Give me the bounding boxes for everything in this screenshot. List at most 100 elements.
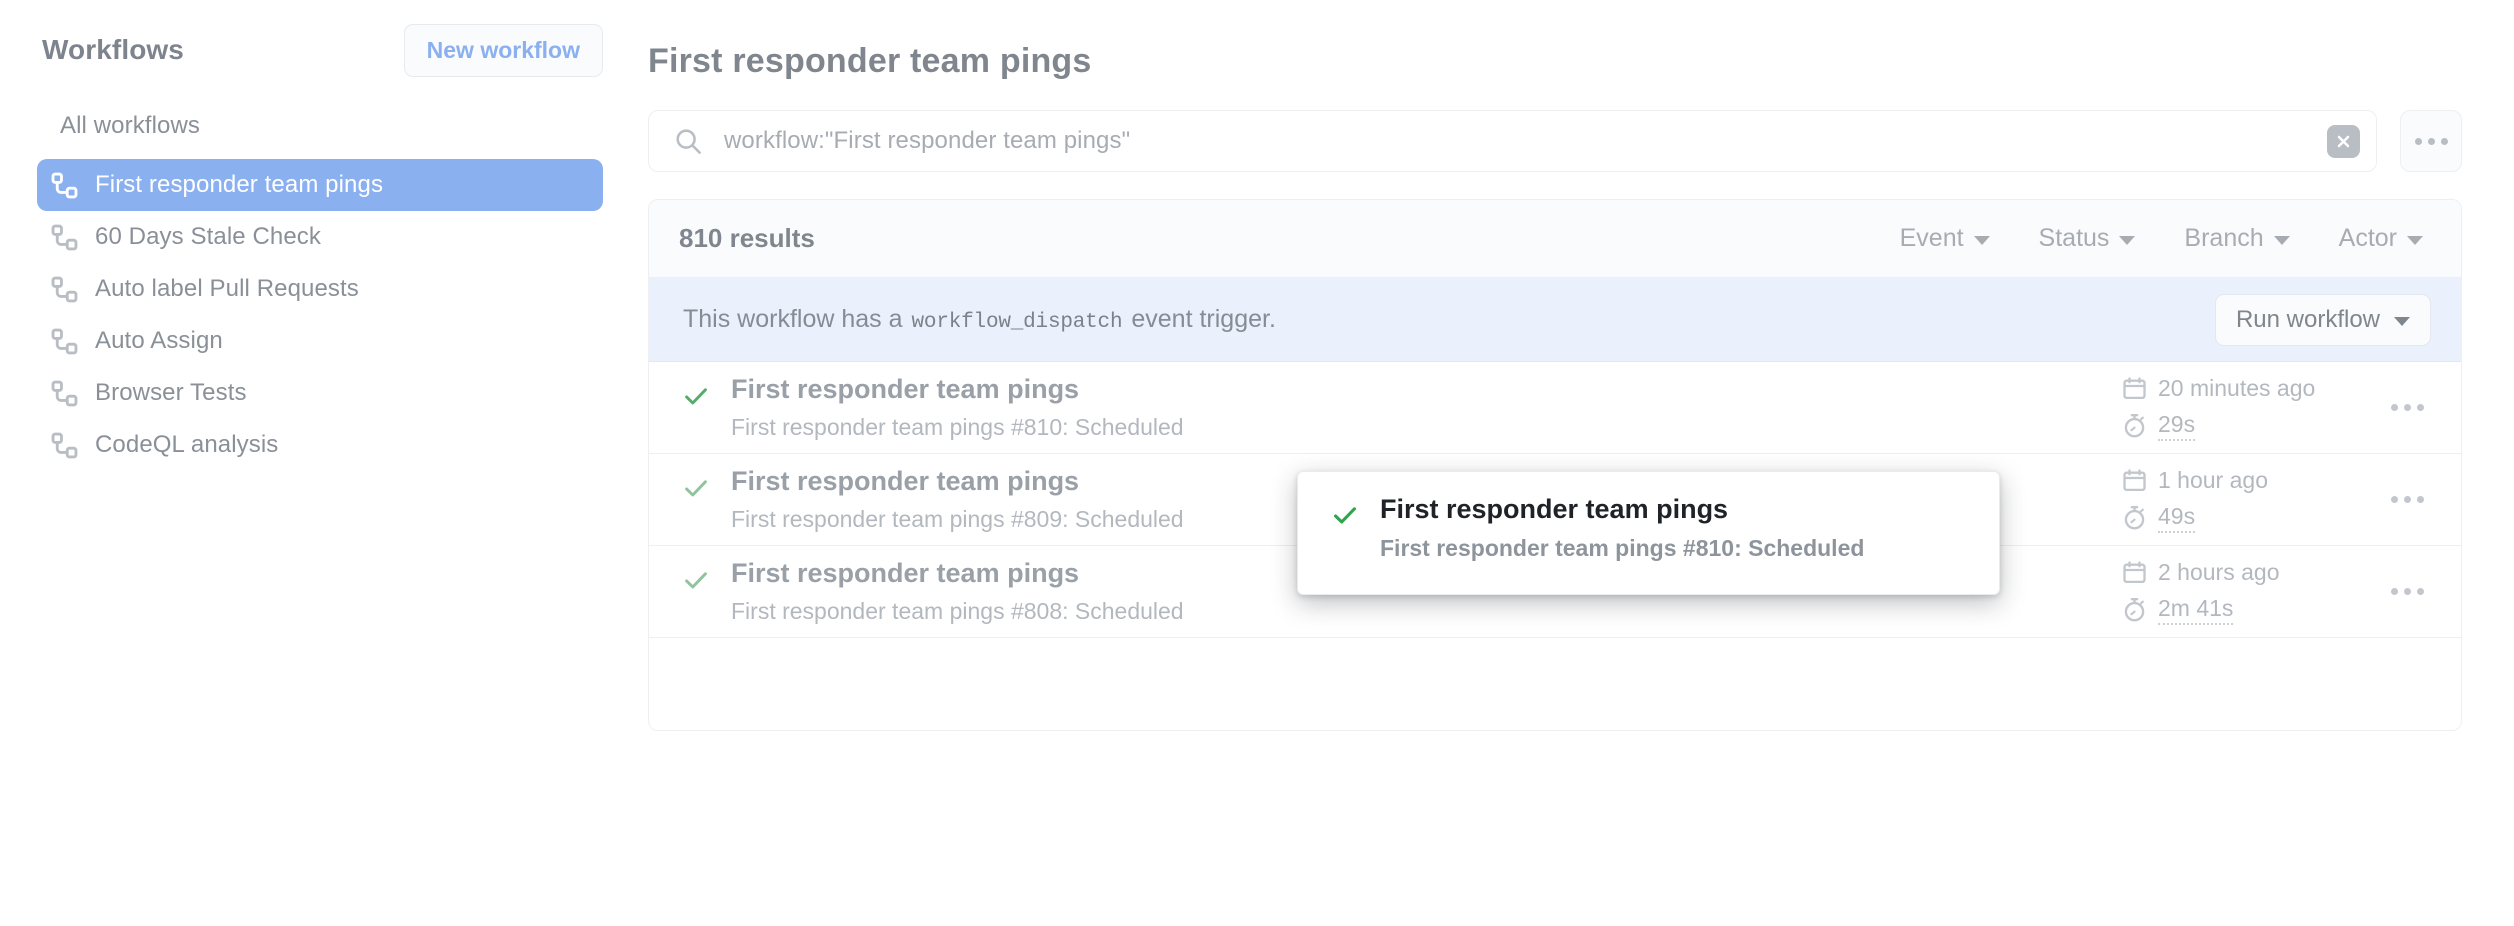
workflow-icon bbox=[51, 380, 78, 407]
run-workflow-button[interactable]: Run workflow bbox=[2214, 293, 2431, 346]
sidebar-item-all-workflows[interactable]: All workflows bbox=[37, 100, 603, 152]
sidebar-item-first-responder-team-pings[interactable]: First responder team pings bbox=[37, 159, 603, 211]
run-hover-card: First responder team pings First respond… bbox=[1297, 471, 2000, 595]
workflow-runs-page: Workflows New workflow All workflows Fir… bbox=[0, 0, 2514, 926]
sidebar-item-auto-label-pull-requests[interactable]: Auto label Pull Requests bbox=[37, 263, 603, 315]
search-row bbox=[648, 110, 2462, 172]
chevron-down-icon bbox=[2394, 316, 2410, 326]
kebab-horizontal-icon bbox=[2391, 588, 2398, 595]
chevron-down-icon bbox=[2273, 235, 2290, 245]
run-hover-card-body: First responder team pings First respond… bbox=[1332, 494, 1969, 561]
run-timestamp-label: 20 minutes ago bbox=[2158, 374, 2316, 401]
search-box[interactable] bbox=[648, 110, 2377, 172]
new-workflow-button[interactable]: New workflow bbox=[403, 23, 603, 77]
filter-bar: Event Status Branch Actor bbox=[1900, 224, 2431, 253]
check-icon bbox=[683, 475, 709, 501]
sidebar-item-auto-assign[interactable]: Auto Assign bbox=[37, 315, 603, 367]
check-icon bbox=[1332, 502, 1358, 528]
search-icon bbox=[675, 128, 702, 155]
filter-status[interactable]: Status bbox=[2039, 224, 2136, 253]
workflow-icon bbox=[51, 224, 78, 251]
check-icon bbox=[683, 567, 709, 593]
run-meta-lines: 2 hours ago 2m 41s bbox=[2122, 559, 2354, 625]
run-menu-button[interactable] bbox=[2391, 588, 2431, 595]
clear-search-button[interactable] bbox=[2327, 124, 2360, 158]
sidebar-item-label: All workflows bbox=[60, 112, 200, 139]
stopwatch-icon bbox=[2122, 413, 2147, 438]
kebab-horizontal-icon bbox=[2417, 496, 2424, 503]
runs-panel: 810 results Event Status Branch Actor Th… bbox=[648, 199, 2462, 731]
filter-label: Status bbox=[2038, 224, 2110, 252]
chevron-down-icon bbox=[2119, 235, 2136, 245]
sidebar-item-label: 60 Days Stale Check bbox=[95, 223, 322, 250]
stopwatch-icon bbox=[2122, 597, 2147, 622]
calendar-icon bbox=[2122, 468, 2147, 493]
run-subtitle: First responder team pings #808: Schedul… bbox=[731, 598, 1184, 625]
run-duration: 2m 41s bbox=[2122, 595, 2354, 625]
run-timestamp: 2 hours ago bbox=[2122, 559, 2354, 586]
workflow-icon bbox=[51, 328, 78, 355]
sidebar-item-label: Browser Tests bbox=[95, 379, 247, 406]
dispatch-message: This workflow has a workflow_dispatch ev… bbox=[683, 305, 1276, 334]
run-meta: 1 hour ago 49s bbox=[2122, 467, 2431, 533]
sidebar-item-codeql-analysis[interactable]: CodeQL analysis bbox=[37, 419, 603, 471]
sidebar-header: Workflows New workflow bbox=[0, 0, 640, 100]
sidebar-item-60-days-stale-check[interactable]: 60 Days Stale Check bbox=[37, 211, 603, 263]
run-duration-label[interactable]: 2m 41s bbox=[2158, 595, 2234, 625]
run-timestamp: 20 minutes ago bbox=[2122, 375, 2354, 402]
filter-branch[interactable]: Branch bbox=[2184, 224, 2290, 253]
more-options-button[interactable] bbox=[2400, 110, 2462, 172]
calendar-icon bbox=[2122, 560, 2147, 585]
kebab-horizontal-icon bbox=[2417, 588, 2424, 595]
dispatch-text-after: event trigger. bbox=[1131, 305, 1276, 333]
run-duration-label[interactable]: 29s bbox=[2158, 411, 2196, 441]
sidebar-item-label: Auto Assign bbox=[95, 327, 223, 354]
workflow-icon bbox=[51, 172, 78, 199]
sidebar-item-label: First responder team pings bbox=[95, 171, 384, 198]
kebab-horizontal-icon bbox=[2391, 496, 2398, 503]
run-duration-label[interactable]: 49s bbox=[2158, 503, 2196, 533]
workflow-dispatch-banner: This workflow has a workflow_dispatch ev… bbox=[649, 278, 2461, 362]
sidebar-item-browser-tests[interactable]: Browser Tests bbox=[37, 367, 603, 419]
workflow-icon bbox=[51, 432, 78, 459]
run-meta-lines: 20 minutes ago 29s bbox=[2122, 375, 2354, 441]
kebab-horizontal-icon bbox=[2417, 404, 2424, 411]
kebab-horizontal-icon bbox=[2404, 588, 2411, 595]
stopwatch-icon bbox=[2122, 505, 2147, 530]
run-summary: First responder team pings First respond… bbox=[683, 374, 2122, 440]
sidebar-title: Workflows bbox=[42, 34, 184, 65]
filter-label: Event bbox=[1899, 224, 1964, 252]
run-title: First responder team pings bbox=[731, 466, 1080, 497]
run-hover-subtitle: First responder team pings #810: Schedul… bbox=[1380, 535, 1865, 562]
filter-event[interactable]: Event bbox=[1900, 224, 1990, 253]
sidebar-item-label: Auto label Pull Requests bbox=[95, 275, 359, 302]
runs-panel-header: 810 results Event Status Branch Actor bbox=[649, 200, 2461, 278]
run-timestamp-label: 2 hours ago bbox=[2158, 558, 2280, 585]
filter-label: Branch bbox=[2184, 224, 2264, 252]
check-icon bbox=[683, 383, 709, 409]
run-menu-button[interactable] bbox=[2391, 496, 2431, 503]
run-hover-title: First responder team pings bbox=[1380, 494, 1729, 524]
kebab-horizontal-icon bbox=[2414, 137, 2422, 145]
dispatch-text-before: This workflow has a bbox=[683, 305, 903, 333]
kebab-horizontal-icon bbox=[2440, 137, 2448, 145]
kebab-horizontal-icon bbox=[2404, 404, 2411, 411]
run-subtitle: First responder team pings #809: Schedul… bbox=[731, 506, 1184, 533]
main-content: First responder team pings workflow:"Fir… bbox=[640, 0, 2514, 926]
table-row[interactable] bbox=[649, 638, 2461, 730]
filter-actor[interactable]: Actor bbox=[2339, 224, 2423, 253]
filter-label: Actor bbox=[2338, 224, 2397, 252]
kebab-horizontal-icon bbox=[2404, 496, 2411, 503]
table-row[interactable]: First responder team pings First respond… bbox=[649, 362, 2461, 454]
run-duration: 49s bbox=[2122, 503, 2354, 533]
results-count: 810 results bbox=[679, 223, 815, 253]
search-input[interactable] bbox=[724, 127, 2327, 155]
run-subtitle: First responder team pings #810: Schedul… bbox=[731, 414, 1184, 441]
run-timestamp: 1 hour ago bbox=[2122, 467, 2354, 494]
dispatch-event-code: workflow_dispatch bbox=[911, 311, 1123, 334]
run-meta: 2 hours ago 2m 41s bbox=[2122, 559, 2431, 625]
sidebar: Workflows New workflow All workflows Fir… bbox=[0, 0, 640, 926]
run-workflow-label: Run workflow bbox=[2235, 305, 2380, 333]
run-meta-lines: 1 hour ago 49s bbox=[2122, 467, 2354, 533]
run-menu-button[interactable] bbox=[2391, 404, 2431, 411]
